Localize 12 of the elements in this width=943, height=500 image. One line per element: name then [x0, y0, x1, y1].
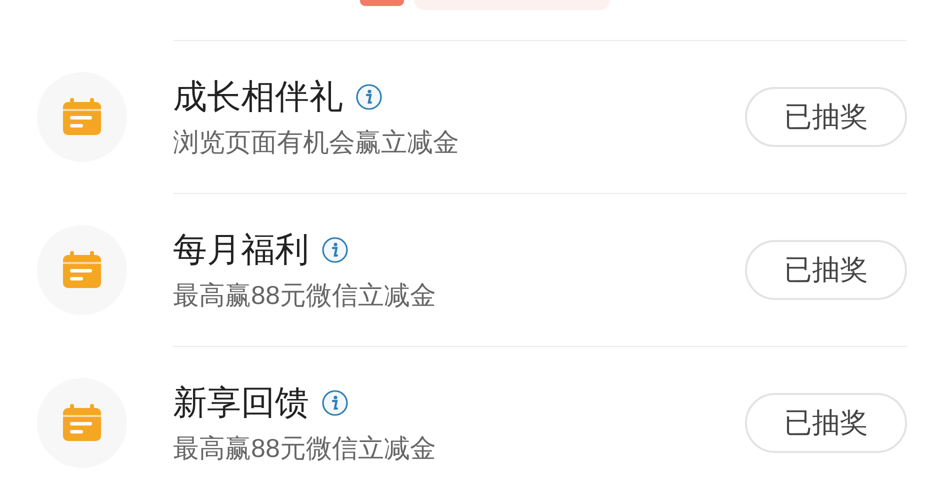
- task-description: 最高赢88元微信立减金: [173, 279, 437, 312]
- task-description: 浏览页面有机会赢立减金: [173, 126, 460, 159]
- info-icon[interactable]: [321, 389, 349, 417]
- task-description: 最高赢88元微信立减金: [173, 432, 437, 465]
- info-icon[interactable]: [321, 236, 349, 264]
- drawn-button[interactable]: 已抽奖: [745, 87, 907, 147]
- drawn-button[interactable]: 已抽奖: [745, 240, 907, 300]
- task-title: 新享回馈: [173, 383, 309, 424]
- task-title: 每月福利: [173, 230, 309, 271]
- task-title: 成长相伴礼: [173, 77, 343, 118]
- info-icon[interactable]: [355, 83, 383, 111]
- drawn-button[interactable]: 已抽奖: [745, 393, 907, 453]
